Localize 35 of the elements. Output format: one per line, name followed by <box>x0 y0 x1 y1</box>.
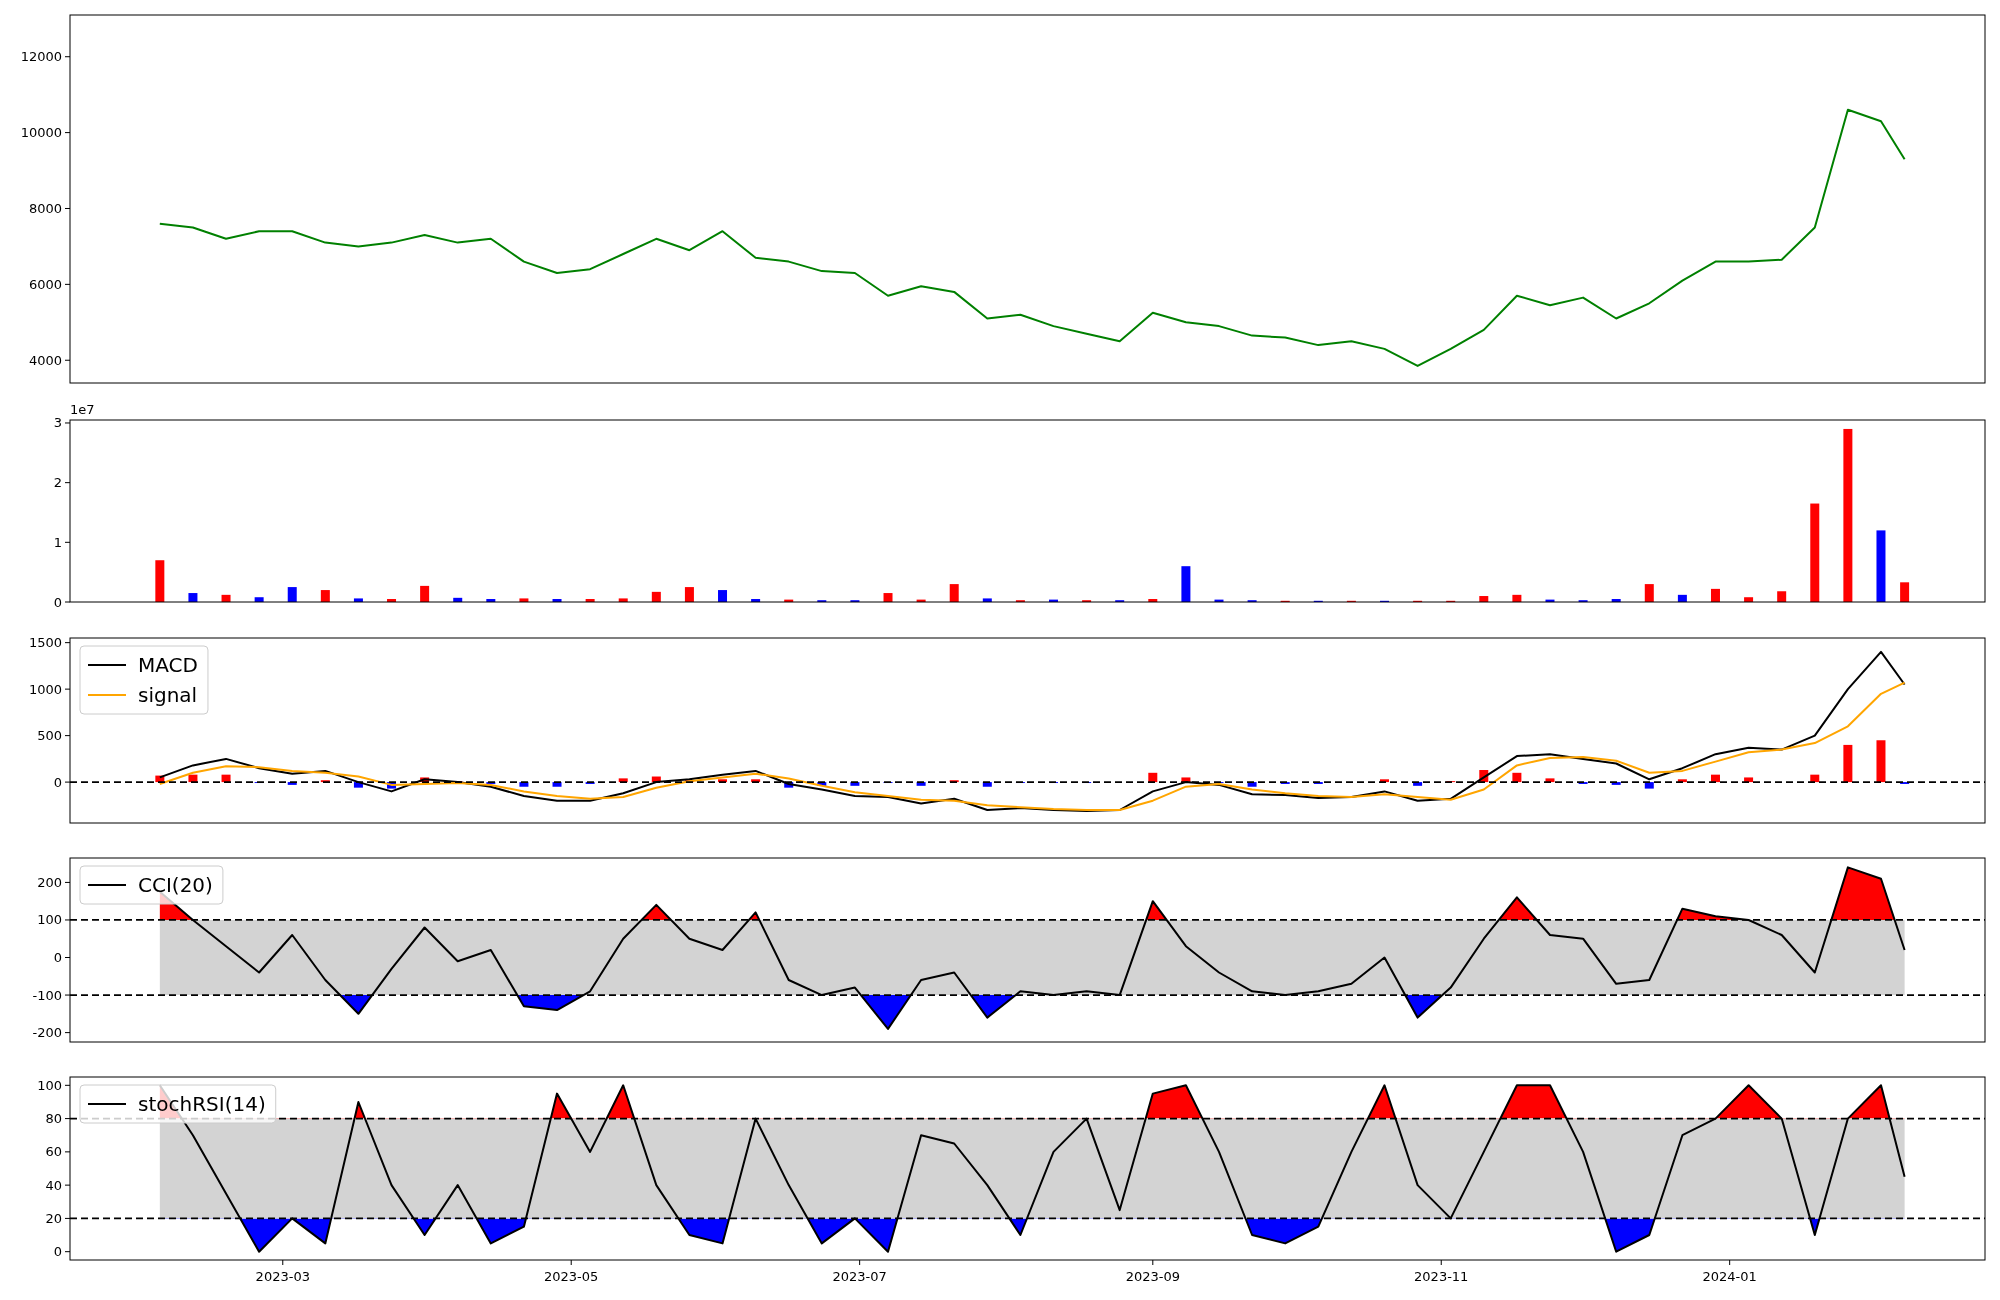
axis-scale-label: 1e7 <box>70 402 95 417</box>
x-tick-label: 2023-07 <box>832 1269 887 1284</box>
y-tick-label: 0 <box>53 1244 62 1260</box>
y-tick-label: 3 <box>53 415 62 431</box>
y-tick-label: 60 <box>45 1144 62 1160</box>
y-tick-label: 80 <box>45 1111 62 1127</box>
legend-label: MACD <box>138 653 198 677</box>
y-tick-label: 0 <box>53 950 62 965</box>
y-tick-label: 1 <box>53 534 62 550</box>
y-tick-label: 40 <box>45 1177 62 1193</box>
legend-label: stochRSI(14) <box>138 1092 266 1116</box>
x-tick-label: 2023-05 <box>544 1269 599 1284</box>
y-tick-label: 100 <box>37 912 62 928</box>
x-tick-label: 2023-09 <box>1125 1269 1180 1284</box>
x-tick-label: 2023-11 <box>1414 1269 1469 1284</box>
x-tick-label: 2023-03 <box>255 1269 310 1284</box>
y-tick-label: 200 <box>37 874 62 890</box>
x-tick-label: 2024-01 <box>1702 1269 1757 1284</box>
y-tick-label: 6000 <box>28 276 62 292</box>
y-tick-label: 0 <box>53 594 62 610</box>
y-tick-label: -100 <box>32 987 62 1003</box>
y-tick-label: 1000 <box>28 681 62 697</box>
y-tick-label: 12000 <box>20 49 62 65</box>
y-tick-label: 8000 <box>28 201 62 216</box>
y-tick-label: 500 <box>37 728 62 744</box>
y-tick-label: 20 <box>45 1210 62 1226</box>
y-tick-label: 0 <box>53 774 62 790</box>
y-tick-label: 2 <box>53 475 62 491</box>
y-tick-label: 10000 <box>20 125 62 141</box>
y-tick-label: 4000 <box>28 352 62 368</box>
y-tick-label: 100 <box>37 1077 62 1093</box>
legend-label: CCI(20) <box>138 873 213 897</box>
y-tick-label: -200 <box>32 1025 62 1041</box>
y-tick-label: 1500 <box>28 635 62 651</box>
legend-label: signal <box>138 683 198 707</box>
